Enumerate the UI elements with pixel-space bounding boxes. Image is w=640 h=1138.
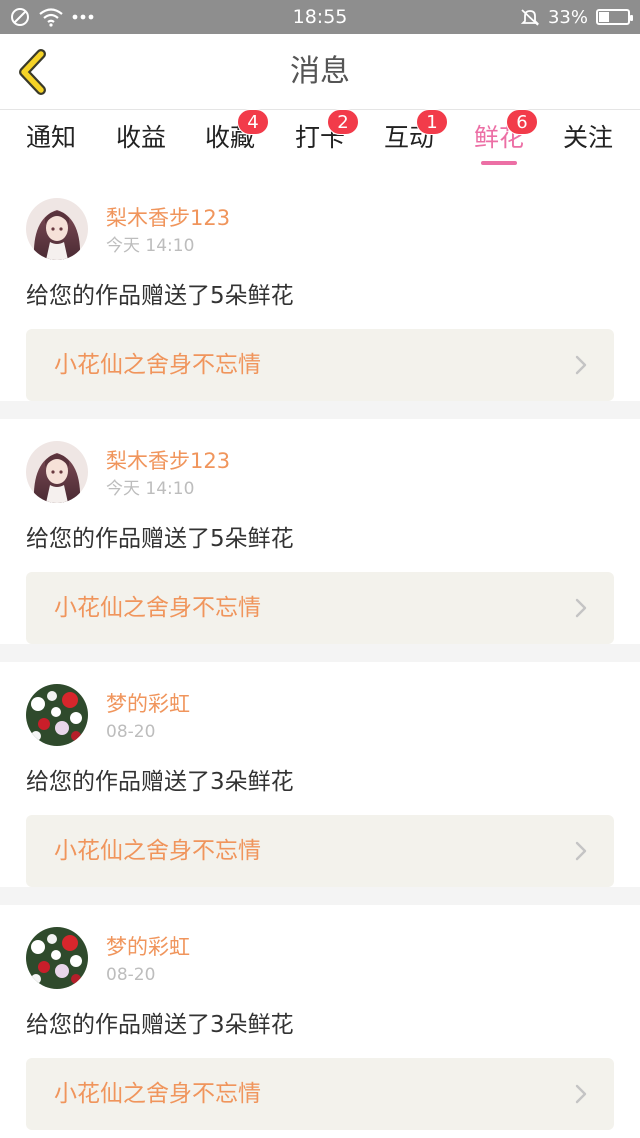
tab-flowers[interactable]: 鲜花 6	[474, 109, 539, 165]
chevron-right-icon	[575, 841, 587, 861]
message-card: 梨木香步123 今天 14:10 给您的作品赠送了5朵鲜花 小花仙之舍身不忘情	[0, 419, 640, 662]
message-card: 梦的彩虹 08-20 给您的作品赠送了3朵鲜花 小花仙之舍身不忘情	[0, 662, 640, 905]
work-link[interactable]: 小花仙之舍身不忘情	[26, 1058, 614, 1130]
sender-name[interactable]: 梦的彩虹	[106, 933, 190, 961]
work-link[interactable]: 小花仙之舍身不忘情	[26, 329, 614, 401]
work-link[interactable]: 小花仙之舍身不忘情	[26, 815, 614, 887]
tab-favorites[interactable]: 收藏 4	[205, 109, 270, 165]
status-icons-right: 33%	[520, 6, 633, 28]
message-card: 梦的彩虹 08-20 给您的作品赠送了3朵鲜花 小花仙之舍身不忘情	[0, 905, 640, 1138]
header: 消息	[0, 34, 640, 110]
avatar[interactable]	[26, 198, 88, 260]
message-text: 给您的作品赠送了5朵鲜花	[26, 283, 294, 309]
tab-label: 关注	[563, 123, 614, 152]
message-time: 今天 14:10	[106, 479, 195, 499]
anime-girl-avatar-image	[26, 198, 88, 260]
avatar[interactable]	[26, 927, 88, 989]
work-title: 小花仙之舍身不忘情	[54, 352, 261, 378]
active-tab-indicator	[481, 161, 518, 165]
work-title: 小花仙之舍身不忘情	[54, 838, 261, 864]
message-text: 给您的作品赠送了3朵鲜花	[26, 769, 294, 795]
page-title: 消息	[290, 54, 350, 89]
notifications-muted-icon	[520, 9, 540, 26]
unread-badge: 2	[327, 109, 360, 135]
work-title: 小花仙之舍身不忘情	[54, 1081, 261, 1107]
tab-earnings[interactable]: 收益	[116, 121, 166, 165]
chevron-right-icon	[575, 598, 587, 618]
message-list: 梨木香步123 今天 14:10 给您的作品赠送了5朵鲜花 小花仙之舍身不忘情 …	[0, 176, 640, 1138]
tab-label: 收益	[116, 123, 167, 152]
message-text: 给您的作品赠送了3朵鲜花	[26, 1012, 294, 1038]
status-bar: 18:55 33%	[0, 0, 640, 34]
work-title: 小花仙之舍身不忘情	[54, 595, 261, 621]
chevron-right-icon	[575, 355, 587, 375]
battery-percent: 33%	[547, 6, 588, 28]
message-time: 08-20	[106, 965, 156, 985]
flowers-avatar-image	[26, 927, 88, 989]
sender-name[interactable]: 梦的彩虹	[106, 690, 190, 718]
tab-label: 通知	[26, 123, 77, 152]
tab-bar: 通知 收益 收藏 4 打卡 2 互动 1 鲜花 6 关注	[0, 109, 640, 173]
battery-icon	[596, 9, 633, 25]
message-time: 08-20	[106, 722, 156, 742]
tab-interactions[interactable]: 互动 1	[384, 109, 449, 165]
unread-badge: 4	[237, 109, 270, 135]
sender-name[interactable]: 梨木香步123	[106, 204, 230, 232]
tab-checkin[interactable]: 打卡 2	[295, 109, 360, 165]
work-link[interactable]: 小花仙之舍身不忘情	[26, 572, 614, 644]
tab-notifications[interactable]: 通知	[26, 121, 76, 165]
unread-badge: 1	[416, 109, 449, 135]
message-text: 给您的作品赠送了5朵鲜花	[26, 526, 294, 552]
avatar[interactable]	[26, 684, 88, 746]
flowers-avatar-image	[26, 684, 88, 746]
battery-level	[599, 12, 609, 22]
message-card: 梨木香步123 今天 14:10 给您的作品赠送了5朵鲜花 小花仙之舍身不忘情	[0, 176, 640, 419]
message-time: 今天 14:10	[106, 236, 195, 256]
sender-name[interactable]: 梨木香步123	[106, 447, 230, 475]
anime-girl-avatar-image	[26, 441, 88, 503]
chevron-right-icon	[575, 1084, 587, 1104]
tab-following[interactable]: 关注	[563, 121, 613, 165]
avatar[interactable]	[26, 441, 88, 503]
unread-badge: 6	[506, 109, 539, 135]
